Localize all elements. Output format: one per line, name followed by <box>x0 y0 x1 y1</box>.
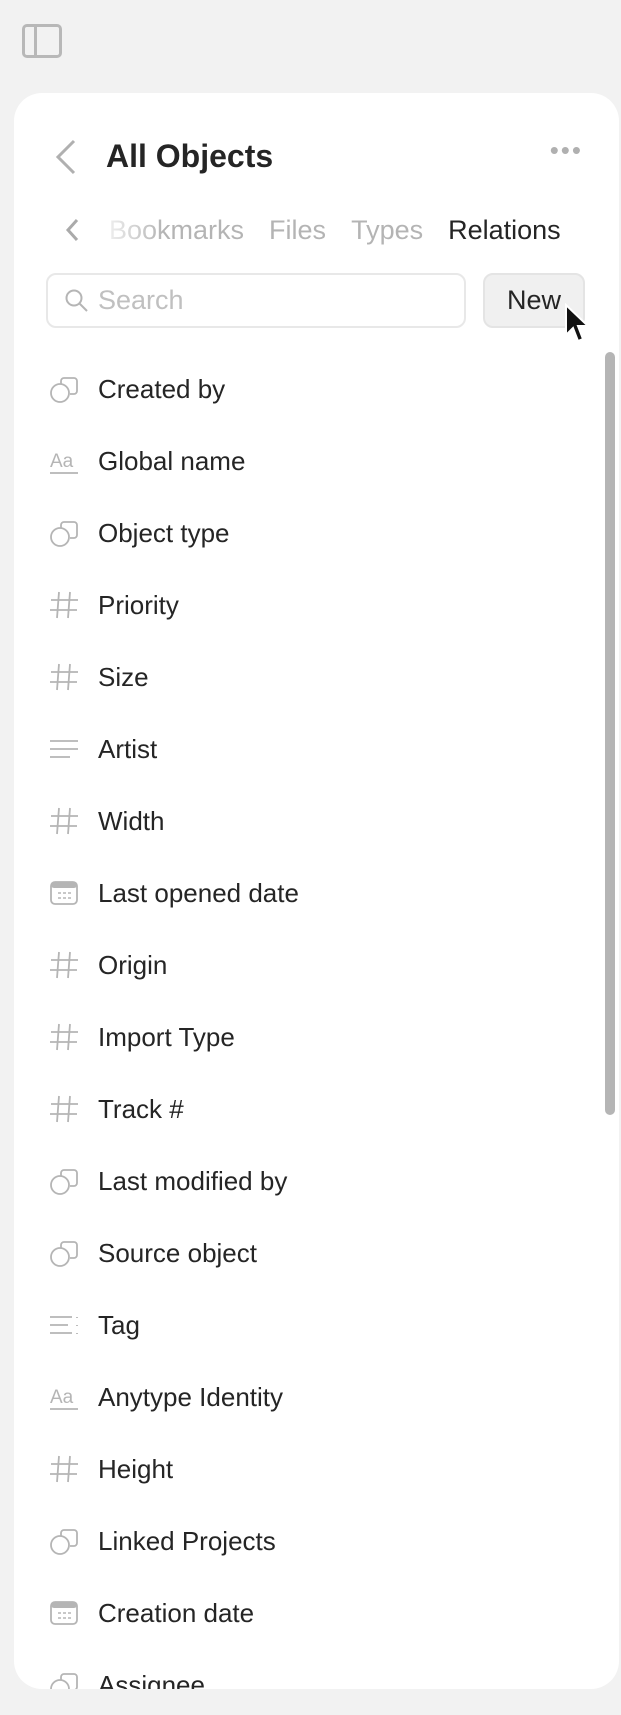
text-relation-icon: Aa <box>50 451 78 474</box>
more-options-icon[interactable]: ••• <box>550 137 583 163</box>
number-relation-icon <box>50 807 78 835</box>
tab-files[interactable]: Files <box>269 215 326 246</box>
relation-row[interactable]: Last opened date <box>14 857 594 929</box>
search-icon <box>65 289 88 312</box>
svg-text:Aa: Aa <box>50 1387 74 1408</box>
scrollbar[interactable] <box>605 352 615 1115</box>
object-relation-icon <box>50 1529 78 1555</box>
relation-row[interactable]: Linked Projects <box>14 1505 594 1577</box>
object-relation-icon <box>50 1169 78 1195</box>
number-relation-icon <box>50 1023 78 1051</box>
relation-row[interactable]: Created by <box>14 353 594 425</box>
sidebar-toggle-icon[interactable] <box>22 24 62 58</box>
number-relation-icon <box>50 951 78 979</box>
relation-label: Object type <box>98 517 230 548</box>
object-relation-icon <box>50 1673 78 1689</box>
mouse-cursor-icon <box>565 303 591 343</box>
relation-row[interactable]: Aa Anytype Identity <box>14 1361 594 1433</box>
relation-row[interactable]: Artist <box>14 713 594 785</box>
longtext-relation-icon <box>50 740 78 758</box>
relation-label: Source object <box>98 1237 257 1268</box>
object-relation-icon <box>50 377 78 403</box>
tab-bar: Bookmarks Files Types Relations <box>62 210 591 250</box>
relation-label: Assignee <box>98 1669 205 1690</box>
relation-label: Size <box>98 661 149 692</box>
tab-relations[interactable]: Relations <box>448 215 561 246</box>
relation-label: Anytype Identity <box>98 1381 283 1412</box>
relation-row[interactable]: Origin <box>14 929 594 1001</box>
relation-label: Origin <box>98 949 168 980</box>
relation-label: Tag <box>98 1309 140 1340</box>
relation-row[interactable]: Size <box>14 641 594 713</box>
all-objects-panel: All Objects ••• Bookmarks Files Types Re… <box>14 93 619 1689</box>
relation-label: Created by <box>98 373 226 404</box>
relation-label: Height <box>98 1453 174 1484</box>
relation-label: Last opened date <box>98 877 299 908</box>
relation-row[interactable]: Assignee <box>14 1649 594 1689</box>
relation-row[interactable]: Aa Global name <box>14 425 594 497</box>
svg-text:Aa: Aa <box>50 451 74 472</box>
relation-label: Width <box>98 805 165 836</box>
relation-row[interactable]: Height <box>14 1433 594 1505</box>
relation-label: Last modified by <box>98 1165 288 1196</box>
object-relation-icon <box>50 1241 78 1267</box>
object-relation-icon <box>50 521 78 547</box>
relation-row[interactable]: Priority <box>14 569 594 641</box>
number-relation-icon <box>50 591 78 619</box>
tag-relation-icon <box>50 1316 78 1334</box>
relation-label: Priority <box>98 589 179 620</box>
relation-row[interactable]: Track # <box>14 1073 594 1145</box>
relation-label: Import Type <box>98 1021 235 1052</box>
relation-row[interactable]: Tag <box>14 1289 594 1361</box>
relation-label: Track # <box>98 1093 184 1124</box>
relation-label: Linked Projects <box>98 1525 276 1556</box>
tab-types[interactable]: Types <box>351 215 423 246</box>
number-relation-icon <box>50 663 78 691</box>
date-relation-icon <box>50 1601 78 1625</box>
relation-row[interactable]: Object type <box>14 497 594 569</box>
relation-row[interactable]: Last modified by <box>14 1145 594 1217</box>
relation-row[interactable]: Creation date <box>14 1577 594 1649</box>
search-box[interactable] <box>46 273 466 328</box>
relation-label: Creation date <box>98 1597 255 1628</box>
relation-label: Artist <box>98 733 158 764</box>
page-title: All Objects <box>106 138 274 174</box>
tabs-scroll-left-icon[interactable] <box>62 215 84 245</box>
number-relation-icon <box>50 1455 78 1483</box>
tab-bookmarks[interactable]: Bookmarks <box>109 215 244 246</box>
number-relation-icon <box>50 1095 78 1123</box>
relation-row[interactable]: Source object <box>14 1217 594 1289</box>
search-input[interactable] <box>98 285 438 316</box>
relation-row[interactable]: Import Type <box>14 1001 594 1073</box>
relations-list: Created by Aa Global name Object type Priori… <box>14 353 594 1689</box>
relation-row[interactable]: Width <box>14 785 594 857</box>
back-chevron-icon[interactable] <box>50 137 82 177</box>
text-relation-icon: Aa <box>50 1387 78 1410</box>
relation-label: Global name <box>98 445 246 476</box>
date-relation-icon <box>50 881 78 905</box>
